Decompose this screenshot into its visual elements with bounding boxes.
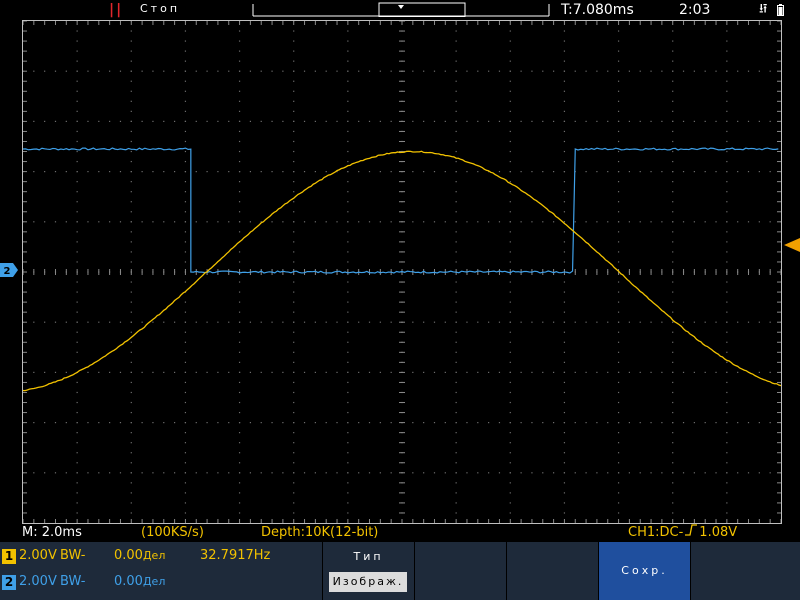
waveform-traces <box>23 147 781 392</box>
ch2-volts-per-div: 2.00V <box>19 574 57 589</box>
softkey-save-label: Сохр. <box>621 564 668 577</box>
trigger-source: CH1:DC- <box>628 525 684 540</box>
ch1-offset-unit: Дел <box>142 549 166 562</box>
ch1-frequency: 32.7917Hz <box>200 548 271 563</box>
usb-icon: ⭿ <box>759 2 768 17</box>
ch1-offset: 0.00Дел <box>114 545 165 567</box>
battery-icon <box>777 4 784 16</box>
acquisition-info: M: 2.0ms (100KS/s) Depth:10K(12-bit) CH1… <box>0 524 800 542</box>
softkey-save[interactable]: Сохр. <box>598 542 690 600</box>
trigger-level-marker[interactable] <box>784 238 800 252</box>
sample-rate: (100KS/s) <box>141 525 204 540</box>
status-bar: || Стоп T:7.080ms 2:03 ⭿ <box>0 0 800 20</box>
ch1-volts-per-div: 2.00V <box>19 548 57 563</box>
ch2-offset-marker[interactable]: 2 <box>0 263 18 277</box>
bottom-menu: 1 2.00V BW- 0.00Дел 32.7917Hz 2 2.00V BW… <box>0 542 800 600</box>
ch2-offset-unit: Дел <box>142 575 166 588</box>
timebase[interactable]: M: 2.0ms <box>22 524 82 542</box>
softkey-3[interactable] <box>506 542 598 600</box>
ch2-square-trace <box>23 147 779 274</box>
softkey-type-label: Тип <box>353 550 384 563</box>
memory-depth: Depth:10K(12-bit) <box>261 525 379 540</box>
rising-edge-icon <box>685 524 698 536</box>
softkey-5[interactable] <box>690 542 800 600</box>
trigger-time: T:7.080ms <box>561 2 634 18</box>
ch2-bandwidth: BW- <box>60 574 86 589</box>
ch2-offset: 0.00Дел <box>114 571 165 593</box>
pause-icon: || <box>109 2 124 18</box>
ch1-status[interactable]: 1 2.00V BW- 0.00Дел 32.7917Hz <box>0 545 320 567</box>
ch2-offset-marker-label: 2 <box>4 266 11 277</box>
softkey-type[interactable]: Тип Изображ. <box>322 542 414 600</box>
clock: 2:03 <box>679 2 711 18</box>
ch1-bandwidth: BW- <box>60 548 86 563</box>
ch1-offset-value: 0.00 <box>114 548 143 563</box>
trigger-level: 1.08V <box>699 525 738 540</box>
trigger-info[interactable]: CH1:DC- 1.08V <box>628 524 737 542</box>
ch2-badge: 2 <box>2 575 16 590</box>
softkey-type-value: Изображ. <box>329 572 407 592</box>
memory-position-bar[interactable] <box>252 2 550 17</box>
waveform-display[interactable] <box>22 20 782 524</box>
run-state: Стоп <box>140 2 181 15</box>
ch1-badge: 1 <box>2 549 16 564</box>
softkey-2[interactable] <box>414 542 506 600</box>
ch2-status[interactable]: 2 2.00V BW- 0.00Дел <box>0 571 320 593</box>
ch2-offset-value: 0.00 <box>114 574 143 589</box>
